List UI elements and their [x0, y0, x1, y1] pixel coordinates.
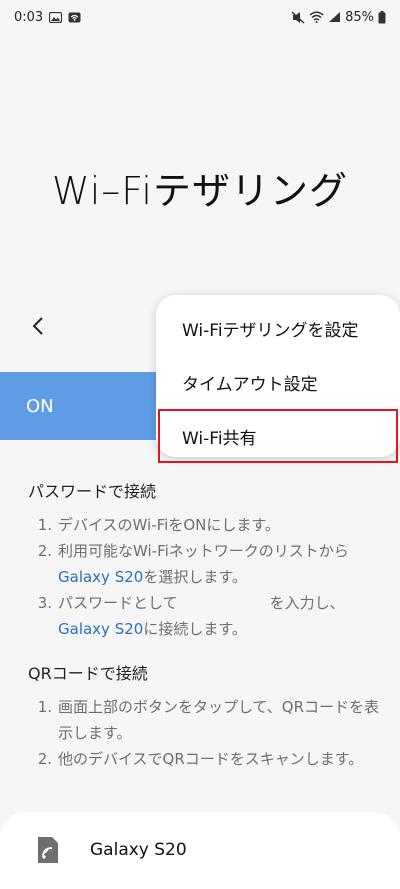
overflow-menu: Wi-Fiテザリングを設定 タイムアウト設定 Wi-Fi共有	[156, 295, 400, 463]
list-item: 2. 利用可能なWi-FiネットワークのリストからGalaxy S20を選択しま…	[37, 542, 349, 586]
list-item: 1. デバイスのWi-FiをONにします。	[37, 516, 280, 534]
device-card[interactable]: Galaxy S20	[0, 812, 400, 889]
list-item: 3. パスワードとして を入力し、 Galaxy S20に接続します。	[37, 594, 345, 638]
cell-signal-icon	[328, 11, 341, 23]
wifi-notification-icon	[68, 12, 81, 23]
device-name: Galaxy S20	[90, 840, 187, 860]
switch-label: ON	[26, 395, 54, 417]
gallery-notification-icon	[49, 11, 63, 23]
battery-percent: 85%	[345, 9, 374, 25]
section-title: パスワードで接続	[28, 482, 157, 501]
battery-icon	[378, 10, 386, 24]
list-item: 2. 他のデバイスでQRコードをスキャンします。	[37, 750, 364, 768]
section-title: QRコードで接続	[28, 664, 148, 683]
wifi-signal-icon	[309, 11, 324, 23]
qr-section: QRコードで接続 1. 画面上部のボタンをタップして、QRコードを表示します。 …	[28, 660, 388, 772]
back-arrow-icon	[32, 317, 43, 335]
status-bar: 0:03 85%	[0, 0, 400, 34]
list-item: 1. 画面上部のボタンをタップして、QRコードを表示します。	[37, 698, 380, 742]
menu-item-timeout[interactable]: タイムアウト設定	[156, 355, 400, 409]
mute-icon	[291, 10, 305, 24]
menu-item-wifi-share[interactable]: Wi-Fi共有	[158, 409, 398, 463]
status-time: 0:03	[14, 9, 44, 25]
back-button[interactable]	[20, 308, 56, 344]
password-section: パスワードで接続 1. デバイスのWi-FiをONにします。 2. 利用可能なW…	[28, 478, 388, 642]
page-title: Wi–Fiテザリング	[52, 169, 348, 213]
device-share-icon	[38, 837, 58, 863]
network-name: Galaxy S20	[58, 620, 144, 638]
menu-item-configure[interactable]: Wi-Fiテザリングを設定	[156, 301, 400, 355]
network-name: Galaxy S20	[58, 568, 144, 586]
